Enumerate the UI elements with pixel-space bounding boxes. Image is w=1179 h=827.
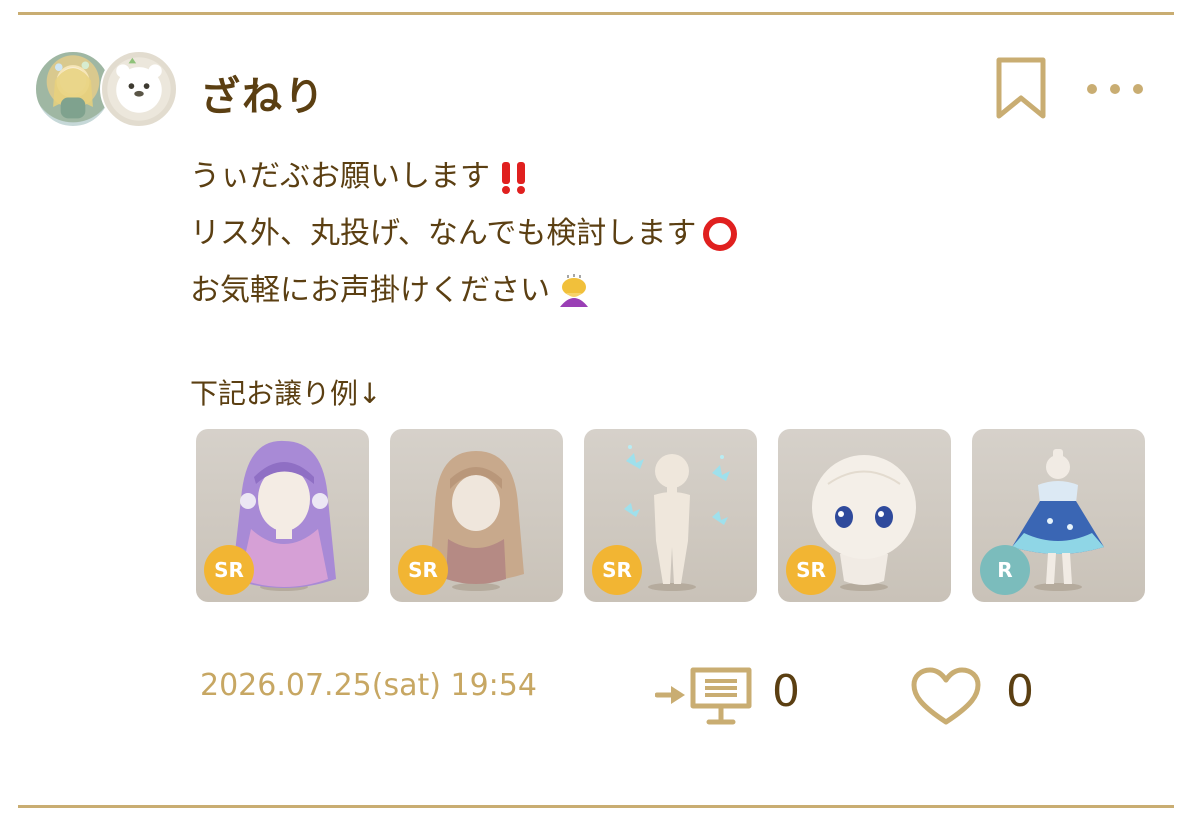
red-circle-icon xyxy=(703,216,738,251)
rarity-badge: SR xyxy=(592,545,642,595)
post-body-line-text: リス外、丸投げ、なんでも検討します xyxy=(190,216,697,251)
item-card[interactable]: SR xyxy=(584,429,757,602)
white-bear-icon xyxy=(116,57,162,113)
double-exclamation-icon xyxy=(502,161,525,194)
avatar-group[interactable] xyxy=(34,50,184,132)
rarity-badge: R xyxy=(980,545,1030,595)
bowing-person-icon xyxy=(560,273,588,307)
section-label: 下記お譲り例↓ xyxy=(190,377,382,410)
like-count: 0 xyxy=(1006,666,1034,717)
more-options-icon[interactable] xyxy=(1082,72,1148,106)
bookmark-icon[interactable] xyxy=(994,56,1048,122)
item-list: SR SR SR SR R xyxy=(196,429,1145,602)
username[interactable]: ざねり xyxy=(200,64,326,122)
post-body-line: リス外、丸投げ、なんでも検討します xyxy=(190,205,1130,262)
message-request-icon[interactable] xyxy=(655,664,755,726)
post-body-line: うぃだぶお願いします xyxy=(190,148,1130,205)
post-body: うぃだぶお願いします リス外、丸投げ、なんでも検討します お気軽にお声掛けくださ… xyxy=(190,148,1130,319)
message-count: 0 xyxy=(772,666,800,717)
item-card[interactable]: SR xyxy=(778,429,951,602)
avatar[interactable] xyxy=(100,50,178,128)
item-card[interactable]: R xyxy=(972,429,1145,602)
post-timestamp: 2026.07.25(sat) 19:54 xyxy=(200,668,537,703)
post-body-line: お気軽にお声掛けください xyxy=(190,262,1130,319)
rarity-badge: SR xyxy=(398,545,448,595)
avatar-character-icon xyxy=(53,61,93,119)
item-card[interactable]: SR xyxy=(390,429,563,602)
post-body-line-text: うぃだぶお願いします xyxy=(190,159,490,194)
rarity-badge: SR xyxy=(204,545,254,595)
item-card[interactable]: SR xyxy=(196,429,369,602)
post-body-line-text: お気軽にお声掛けください xyxy=(190,273,550,308)
top-divider xyxy=(18,12,1174,15)
rarity-badge: SR xyxy=(786,545,836,595)
heart-icon[interactable] xyxy=(910,667,982,727)
bottom-divider xyxy=(18,805,1174,808)
